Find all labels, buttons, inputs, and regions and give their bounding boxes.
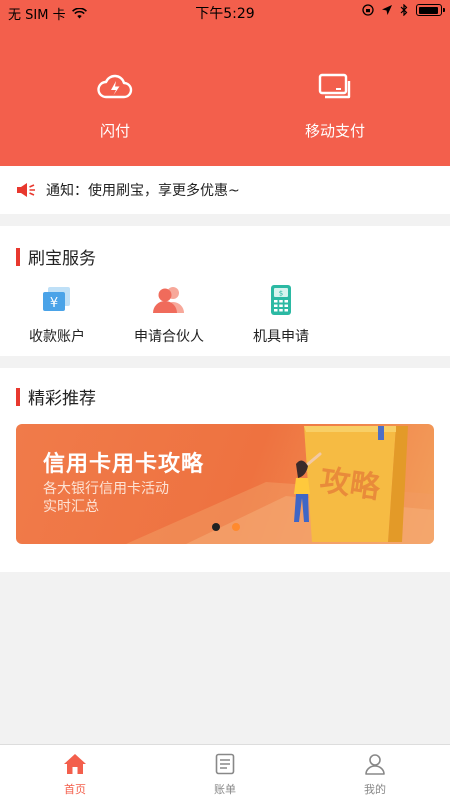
tab-bar: 首页 账单 我的 bbox=[0, 744, 450, 800]
location-icon bbox=[382, 5, 392, 15]
service-label: 机具申请 bbox=[253, 329, 309, 345]
bill-icon bbox=[215, 753, 235, 775]
recommend-card: 精彩推荐 攻略 信用卡用卡攻略 各大银行信用卡活动 实时汇总 bbox=[0, 368, 450, 572]
cloud-lightning-icon bbox=[97, 74, 133, 99]
service-collection-account[interactable]: ¥ 收款账户 bbox=[2, 284, 112, 346]
services-card: 刷宝服务 ¥ 收款账户 申请合伙人 $ 机具申请 bbox=[0, 226, 450, 356]
quick-pay-button[interactable]: 闪付 bbox=[15, 68, 215, 141]
carousel-dot-active[interactable] bbox=[212, 523, 220, 531]
service-apply-partner[interactable]: 申请合伙人 bbox=[114, 284, 224, 346]
partners-icon bbox=[153, 287, 184, 313]
tab-label: 首页 bbox=[64, 783, 86, 796]
status-bar: 无 SIM 卡 下午5:29 bbox=[0, 0, 450, 24]
rotation-lock-icon bbox=[362, 4, 374, 16]
yuan-card-icon: ¥ bbox=[43, 287, 70, 311]
recommend-header: 精彩推荐 bbox=[16, 384, 96, 409]
services-header: 刷宝服务 bbox=[16, 244, 96, 269]
services-title: 刷宝服务 bbox=[28, 249, 96, 269]
service-label: 收款账户 bbox=[29, 329, 85, 345]
section-accent-bar bbox=[16, 247, 20, 266]
carousel-dot[interactable] bbox=[232, 523, 240, 531]
pos-terminal-icon: $ bbox=[271, 285, 291, 315]
section-accent-bar bbox=[16, 387, 20, 406]
notice-text: 通知：使用刷宝，享更多优惠~ bbox=[46, 183, 240, 199]
cards-icon bbox=[318, 73, 351, 99]
tab-bills[interactable]: 账单 bbox=[175, 753, 275, 797]
banner-title: 信用卡用卡攻略 bbox=[43, 452, 205, 477]
home-icon bbox=[64, 754, 86, 774]
mobile-pay-label: 移动支付 bbox=[304, 122, 365, 140]
service-device-apply[interactable]: $ 机具申请 bbox=[226, 284, 336, 346]
tab-home[interactable]: 首页 bbox=[25, 753, 125, 797]
user-icon bbox=[365, 754, 385, 775]
quick-pay-label: 闪付 bbox=[99, 122, 130, 140]
bluetooth-icon bbox=[400, 4, 408, 16]
mobile-pay-button[interactable]: 移动支付 bbox=[235, 68, 435, 141]
tab-label: 账单 bbox=[214, 783, 236, 796]
tab-mine[interactable]: 我的 bbox=[325, 753, 425, 797]
service-label: 申请合伙人 bbox=[134, 329, 204, 345]
banner-subtitle-line1: 各大银行信用卡活动 bbox=[43, 481, 169, 497]
notice-bar[interactable]: 通知：使用刷宝，享更多优惠~ bbox=[0, 166, 450, 214]
banner-subtitle: 各大银行信用卡活动 实时汇总 bbox=[43, 480, 169, 516]
promo-banner[interactable]: 攻略 信用卡用卡攻略 各大银行信用卡活动 实时汇总 bbox=[16, 424, 434, 544]
carousel-dots bbox=[212, 523, 240, 531]
recommend-title: 精彩推荐 bbox=[28, 389, 96, 409]
svg-text:$: $ bbox=[279, 290, 283, 298]
tab-label: 我的 bbox=[364, 783, 386, 796]
megaphone-icon bbox=[17, 183, 35, 197]
svg-text:¥: ¥ bbox=[50, 296, 58, 311]
banner-subtitle-line2: 实时汇总 bbox=[43, 499, 99, 515]
hero-panel: 闪付 移动支付 bbox=[0, 24, 450, 166]
battery-icon bbox=[416, 4, 445, 16]
